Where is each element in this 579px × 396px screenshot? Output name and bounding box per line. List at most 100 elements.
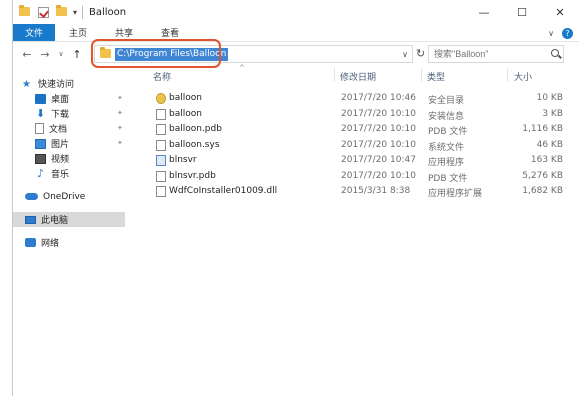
file-size: 1,682 KB bbox=[522, 186, 563, 196]
column-header-name[interactable]: 名称 bbox=[153, 70, 171, 83]
table-row[interactable]: WdfCoInstaller01009.dll 2015/3/31 8:38 应… bbox=[125, 184, 579, 200]
file-name: balloon.pdb bbox=[169, 124, 222, 134]
file-date: 2017/7/20 10:47 bbox=[341, 155, 416, 165]
sidebar-item-videos[interactable]: 视频 bbox=[13, 151, 125, 166]
pin-icon[interactable]: ✦ bbox=[117, 109, 123, 117]
column-header-type[interactable]: 类型 bbox=[427, 70, 445, 83]
file-size: 163 KB bbox=[530, 155, 563, 165]
file-size: 10 KB bbox=[536, 93, 563, 103]
pin-icon[interactable]: ✦ bbox=[117, 124, 123, 132]
new-folder-icon[interactable] bbox=[56, 4, 68, 18]
setup-info-icon bbox=[156, 108, 166, 120]
file-type: 应用程序 bbox=[428, 158, 465, 168]
file-name: balloon bbox=[169, 108, 202, 119]
sidebar-item-desktop[interactable]: 桌面 ✦ bbox=[13, 91, 125, 106]
sidebar-item-label: OneDrive bbox=[43, 191, 86, 202]
file-size: 46 KB bbox=[536, 139, 563, 150]
sidebar-item-label: 网络 bbox=[41, 239, 60, 249]
search-box[interactable] bbox=[428, 45, 564, 63]
file-rows: balloon 2017/7/20 10:46 安全目录 10 KB ballo… bbox=[125, 91, 579, 200]
column-separator[interactable] bbox=[334, 68, 335, 82]
cloud-icon bbox=[25, 193, 38, 200]
sidebar-item-label: 此电脑 bbox=[41, 216, 69, 226]
star-icon: ★ bbox=[22, 78, 31, 90]
sidebar-item-downloads[interactable]: ⬇ 下载 ✦ bbox=[13, 106, 125, 121]
maximize-button[interactable]: ☐ bbox=[503, 0, 541, 24]
sidebar-item-label: 图片 bbox=[51, 140, 70, 150]
recent-locations-chevron-icon[interactable]: ∨ bbox=[57, 50, 65, 58]
up-arrow-icon[interactable]: ↑ bbox=[71, 48, 83, 61]
video-icon bbox=[35, 153, 46, 164]
sidebar-item-music[interactable]: ♪ 音乐 bbox=[13, 166, 125, 181]
column-separator[interactable] bbox=[421, 68, 422, 82]
dll-icon bbox=[156, 186, 166, 197]
sidebar-item-this-pc[interactable]: 此电脑 bbox=[13, 212, 125, 227]
pin-icon[interactable]: ✦ bbox=[117, 94, 123, 102]
desktop-icon bbox=[35, 93, 46, 104]
column-header-size[interactable]: 大小 bbox=[514, 70, 532, 83]
file-date: 2017/7/20 10:10 bbox=[341, 124, 416, 134]
application-icon bbox=[156, 155, 166, 166]
document-icon bbox=[35, 123, 44, 134]
download-icon: ⬇ bbox=[35, 106, 46, 120]
table-row[interactable]: balloon.sys 2017/7/20 10:10 系统文件 46 KB bbox=[125, 138, 579, 154]
title-separator bbox=[82, 5, 84, 19]
sidebar-item-onedrive[interactable]: OneDrive bbox=[13, 189, 125, 204]
file-type: 系统文件 bbox=[428, 142, 465, 153]
file-date: 2017/7/20 10:10 bbox=[341, 139, 416, 150]
back-arrow-icon[interactable]: ← bbox=[21, 48, 33, 61]
file-icon bbox=[156, 170, 166, 182]
properties-icon[interactable] bbox=[38, 6, 49, 18]
address-highlight-annotation bbox=[91, 39, 221, 68]
sidebar-item-label: 快速访问 bbox=[38, 80, 75, 90]
file-name: balloon.sys bbox=[169, 139, 220, 150]
minimize-button[interactable]: — bbox=[465, 0, 503, 24]
quick-access-toolbar-dropdown[interactable]: ▾ bbox=[73, 8, 77, 17]
table-row[interactable]: balloon.pdb 2017/7/20 10:10 PDB 文件 1,116… bbox=[125, 122, 579, 138]
file-name: WdfCoInstaller01009.dll bbox=[169, 186, 278, 196]
close-button[interactable]: ✕ bbox=[541, 0, 579, 24]
window-title: Balloon bbox=[89, 6, 127, 18]
table-row[interactable]: balloon 2017/7/20 10:46 安全目录 10 KB bbox=[125, 91, 579, 107]
explorer-window: ▾ Balloon — ☐ ✕ 文件 主页 共享 查看 ∨ ? ← → ∨ ↑ … bbox=[12, 0, 579, 396]
pin-icon[interactable]: ✦ bbox=[117, 139, 123, 147]
sidebar-item-label: 文档 bbox=[49, 125, 68, 135]
file-type: PDB 文件 bbox=[428, 127, 468, 137]
title-bar: ▾ Balloon — ☐ ✕ bbox=[13, 0, 579, 24]
file-date: 2017/7/20 10:10 bbox=[341, 108, 416, 119]
tab-file[interactable]: 文件 bbox=[13, 24, 56, 41]
vertical-scrollbar[interactable] bbox=[569, 66, 579, 396]
file-icon bbox=[156, 124, 166, 135]
file-date: 2017/7/20 10:10 bbox=[341, 170, 416, 181]
folder-icon[interactable] bbox=[19, 4, 31, 18]
file-name: balloon bbox=[169, 93, 202, 103]
expand-ribbon-chevron-icon[interactable]: ∨ bbox=[548, 29, 554, 38]
ribbon-right-controls: ∨ ? bbox=[548, 24, 573, 42]
table-row[interactable]: blnsvr 2017/7/20 10:47 应用程序 163 KB bbox=[125, 153, 579, 169]
address-dropdown-chevron-icon[interactable]: ∨ bbox=[402, 50, 408, 59]
column-separator[interactable] bbox=[507, 68, 508, 82]
window-controls: — ☐ ✕ bbox=[465, 0, 579, 24]
file-name: blnsvr.pdb bbox=[169, 170, 216, 181]
table-row[interactable]: blnsvr.pdb 2017/7/20 10:10 PDB 文件 5,276 … bbox=[125, 169, 579, 185]
music-icon: ♪ bbox=[36, 166, 45, 180]
system-file-icon bbox=[156, 139, 166, 151]
forward-arrow-icon[interactable]: → bbox=[39, 48, 51, 61]
search-input[interactable] bbox=[434, 49, 546, 59]
search-icon[interactable] bbox=[551, 49, 559, 57]
tab-home[interactable]: 主页 bbox=[55, 24, 101, 41]
network-icon bbox=[25, 238, 36, 247]
sidebar-item-network[interactable]: 网络 bbox=[13, 235, 125, 250]
sidebar-item-pictures[interactable]: 图片 ✦ bbox=[13, 136, 125, 151]
refresh-icon[interactable]: ↻ bbox=[416, 47, 425, 60]
picture-icon bbox=[35, 138, 46, 149]
file-name: blnsvr bbox=[169, 155, 197, 165]
sidebar-item-label: 桌面 bbox=[51, 95, 70, 105]
sidebar-item-label: 音乐 bbox=[51, 170, 70, 180]
sidebar-item-documents[interactable]: 文档 ✦ bbox=[13, 121, 125, 136]
sidebar-item-label: 下载 bbox=[51, 110, 70, 120]
help-icon[interactable]: ? bbox=[562, 27, 573, 39]
table-row[interactable]: balloon 2017/7/20 10:10 安装信息 3 KB bbox=[125, 107, 579, 123]
column-header-date[interactable]: 修改日期 bbox=[340, 70, 376, 83]
sidebar-item-quick-access[interactable]: ★ 快速访问 bbox=[13, 76, 125, 91]
